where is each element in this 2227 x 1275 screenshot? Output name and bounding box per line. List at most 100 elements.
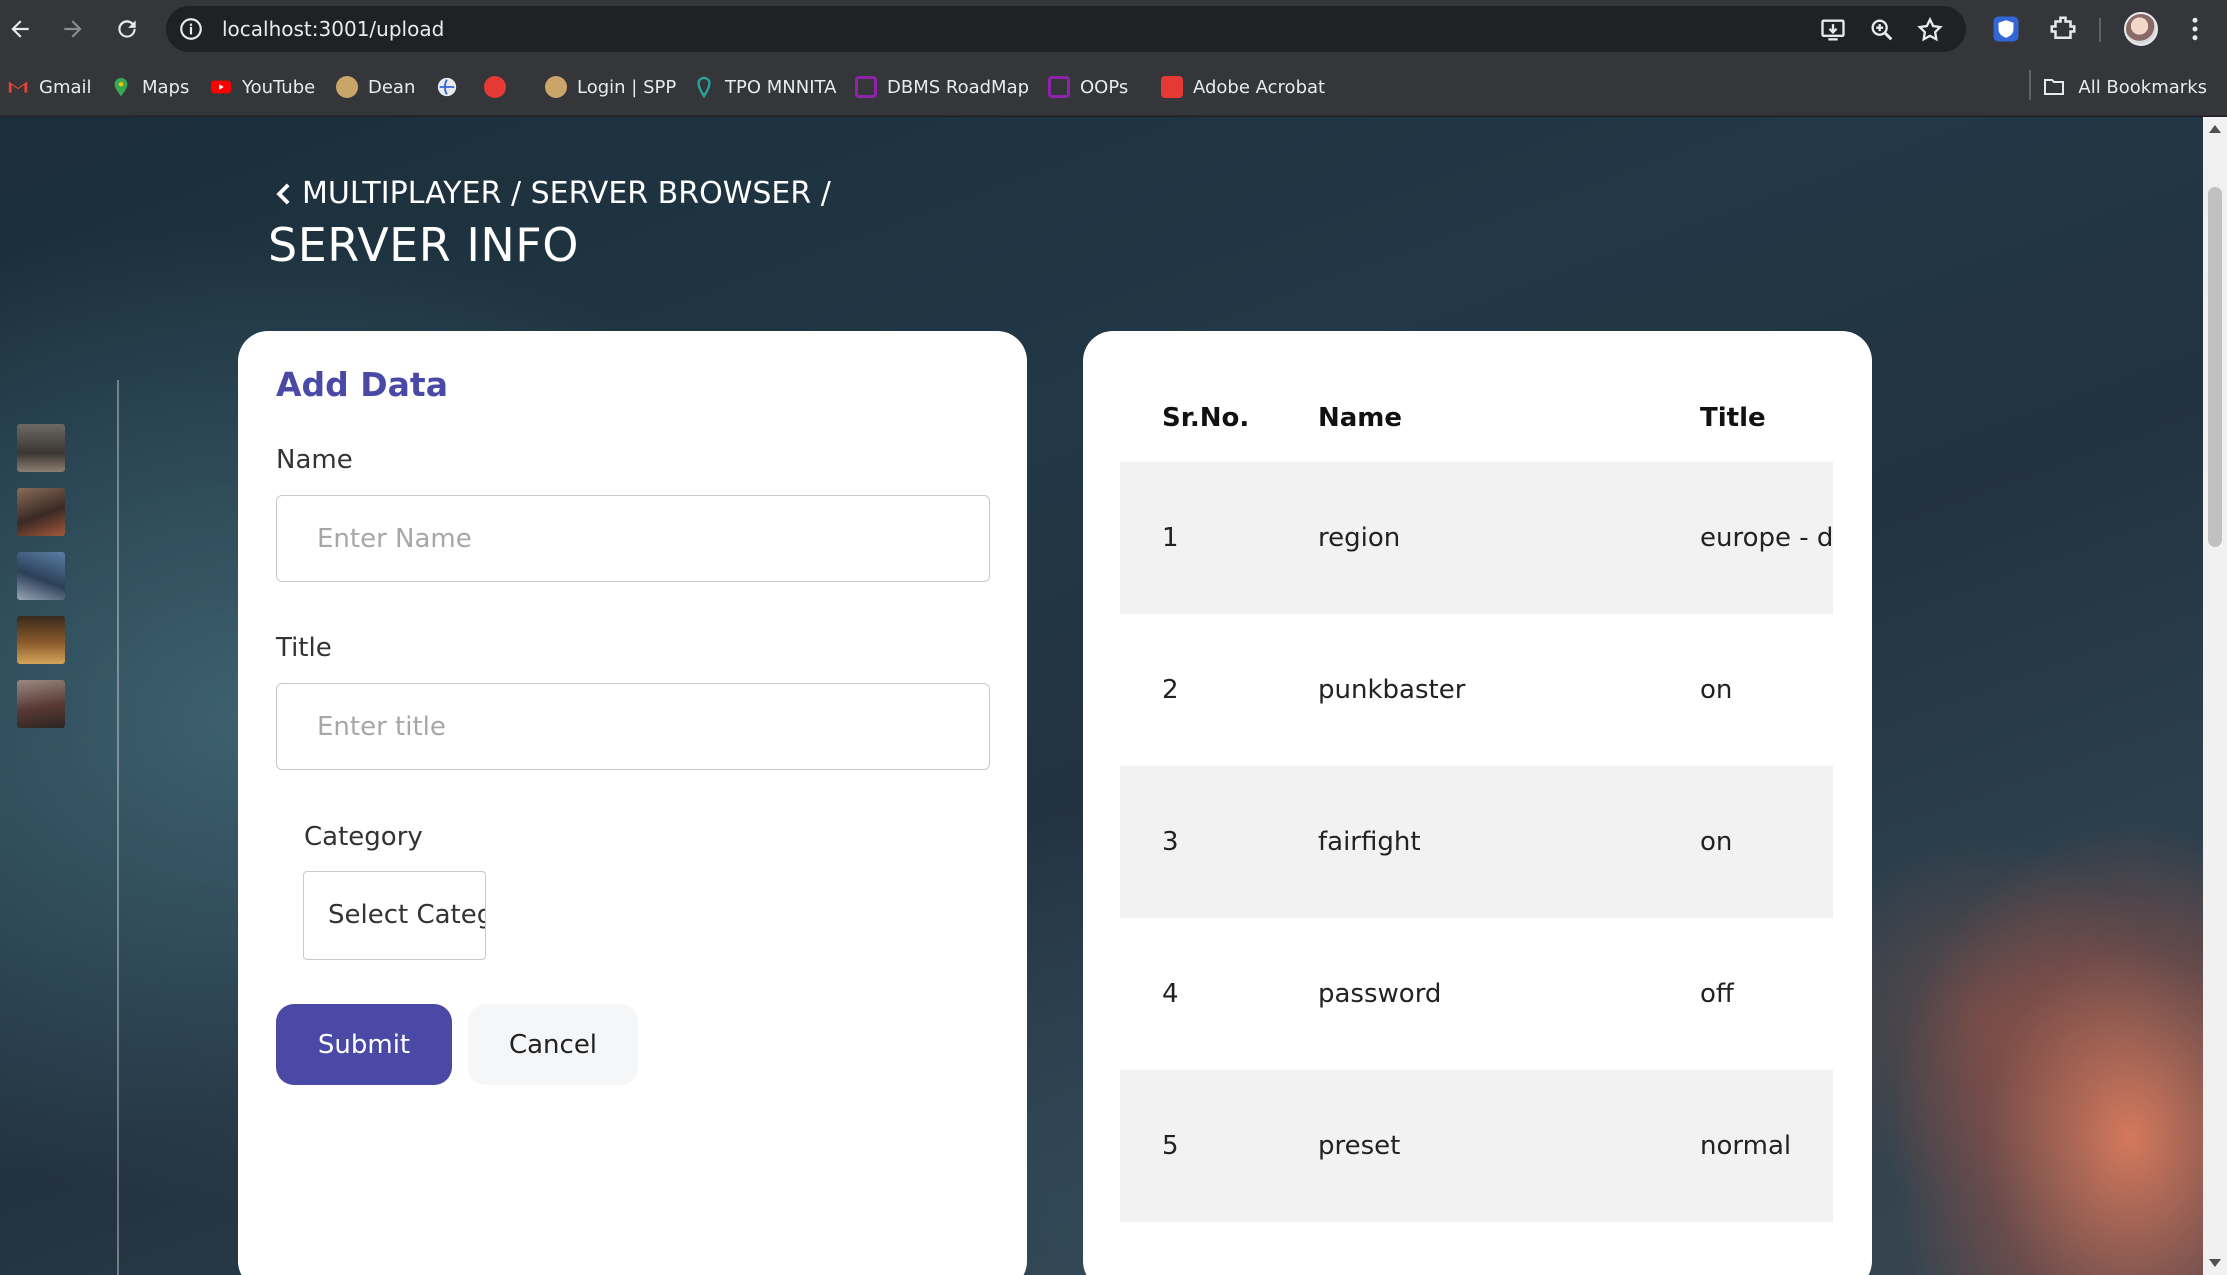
cell-srno: 2	[1162, 675, 1179, 705]
folder-icon	[2044, 79, 2065, 95]
column-header-name: Name	[1318, 403, 1403, 433]
cell-name: punkbaster	[1318, 675, 1466, 705]
zoom-icon[interactable]	[1868, 16, 1896, 44]
bookmark-label: YouTube	[242, 76, 316, 98]
all-bookmarks[interactable]: All Bookmarks	[2042, 70, 2207, 104]
chevron-left-icon[interactable]	[272, 181, 294, 207]
dean-icon	[336, 76, 358, 98]
cell-srno: 3	[1162, 827, 1179, 857]
table-row[interactable]: 2 punkbaster on	[1120, 614, 1833, 766]
title-input[interactable]	[276, 683, 990, 770]
table-row[interactable]: 1 region europe - de	[1120, 462, 1834, 614]
thumbnail-image[interactable]	[17, 424, 65, 472]
scroll-up-icon[interactable]	[2209, 125, 2221, 133]
acrobat-icon	[1161, 76, 1183, 98]
bookmark-label: TPO MNNITA	[725, 76, 837, 98]
kebab-menu-icon[interactable]	[2180, 14, 2210, 44]
bookmark-globe[interactable]	[436, 70, 458, 104]
back-arrow-icon[interactable]	[3, 12, 37, 46]
cell-name: region	[1318, 523, 1401, 553]
thumbnail-image[interactable]	[17, 616, 65, 664]
bookmark-label: OOPs	[1080, 76, 1129, 98]
url-text[interactable]: localhost:3001/upload	[222, 6, 444, 52]
bookmark-label: Adobe Acrobat	[1193, 76, 1326, 98]
cell-title: off	[1700, 979, 1734, 1009]
cell-srno: 4	[1162, 979, 1179, 1009]
reload-icon[interactable]	[110, 12, 144, 46]
cell-name: fairfight	[1318, 827, 1421, 857]
all-bookmarks-label: All Bookmarks	[2078, 76, 2207, 98]
column-header-title: Title	[1700, 403, 1766, 433]
thumbnail-image[interactable]	[17, 488, 65, 536]
roadmap-icon	[1048, 76, 1070, 98]
install-app-icon[interactable]	[1819, 16, 1847, 44]
bookmark-youtube[interactable]: YouTube	[210, 70, 315, 104]
page-scrollbar[interactable]	[2203, 117, 2227, 1275]
spp-icon	[545, 76, 567, 98]
tuf-icon	[484, 76, 506, 98]
cell-name: preset	[1318, 1131, 1401, 1161]
page-title: SERVER INFO	[268, 218, 579, 272]
maps-icon	[110, 76, 132, 98]
category-select[interactable]: Select Category	[303, 871, 486, 960]
toolbar-divider	[2099, 18, 2101, 42]
breadcrumb-text[interactable]: MULTIPLAYER / SERVER BROWSER /	[302, 176, 831, 211]
server-info-table-card: Sr.No. Name Title 1 region europe - de 2…	[1083, 331, 1872, 1275]
scrollbar-thumb[interactable]	[2208, 187, 2222, 547]
youtube-icon	[210, 76, 232, 98]
bookmark-label: Dean	[368, 76, 416, 98]
bookmark-star-icon[interactable]	[1916, 16, 1944, 44]
title-label: Title	[276, 633, 332, 663]
column-header-srno: Sr.No.	[1162, 403, 1250, 433]
table-row[interactable]: 4 password off	[1120, 918, 1833, 1070]
cell-title: europe - de	[1700, 523, 1834, 553]
cell-name: password	[1318, 979, 1442, 1009]
category-select-value: Select Category	[328, 900, 485, 930]
bookmark-label: DBMS RoadMap	[887, 76, 1030, 98]
bookmark-label: Gmail	[39, 76, 92, 98]
bookmark-tuf[interactable]	[484, 70, 506, 104]
extension-shield-icon[interactable]	[1991, 14, 2021, 44]
thumbnail-image[interactable]	[17, 680, 65, 728]
address-bar[interactable]: localhost:3001/upload	[166, 6, 1966, 52]
bookmark-login-spp[interactable]: Login | SPP	[545, 70, 676, 104]
form-heading: Add Data	[276, 365, 448, 404]
bookmark-dbms-roadmap[interactable]: DBMS RoadMap	[855, 70, 1029, 104]
profile-avatar[interactable]	[2124, 12, 2158, 46]
cell-title: on	[1700, 675, 1733, 705]
table-row[interactable]: 3 fairfight on	[1120, 766, 1833, 918]
bookmark-oops[interactable]: OOPs	[1048, 70, 1128, 104]
roadmap-icon	[855, 76, 877, 98]
bookmark-tpo-mnnita[interactable]: TPO MNNITA	[693, 70, 836, 104]
globe-icon	[436, 76, 458, 98]
cancel-button[interactable]: Cancel	[468, 1004, 638, 1085]
bookmarks-divider	[2029, 70, 2031, 100]
forward-arrow-icon[interactable]	[56, 12, 90, 46]
bookmark-gmail[interactable]: Gmail	[7, 70, 92, 104]
scroll-down-icon[interactable]	[2209, 1259, 2221, 1267]
tpo-icon	[693, 76, 715, 99]
category-label: Category	[304, 822, 423, 852]
cell-srno: 5	[1162, 1131, 1179, 1161]
name-input[interactable]	[276, 495, 990, 582]
add-data-card: Add Data Name Title Category Select Cate…	[238, 331, 1027, 1275]
breadcrumb[interactable]: MULTIPLAYER / SERVER BROWSER /	[272, 176, 831, 211]
bookmark-maps[interactable]: Maps	[110, 70, 189, 104]
bookmarks-bar: Gmail Maps YouTube Dean Login | SPP TPO …	[0, 58, 2227, 116]
bookmark-label: Login | SPP	[577, 76, 677, 98]
bookmark-label: Maps	[142, 76, 190, 98]
bookmark-adobe-acrobat[interactable]: Adobe Acrobat	[1161, 70, 1325, 104]
site-info-icon[interactable]	[178, 16, 204, 42]
cell-title: normal	[1700, 1131, 1792, 1161]
cell-title: on	[1700, 827, 1733, 857]
table-row[interactable]: 5 preset normal	[1120, 1070, 1833, 1222]
gmail-icon	[7, 76, 29, 98]
name-label: Name	[276, 445, 353, 475]
extensions-puzzle-icon[interactable]	[2048, 14, 2078, 44]
browser-toolbar: localhost:3001/upload	[0, 0, 2227, 58]
submit-button[interactable]: Submit	[276, 1004, 452, 1085]
thumbnail-image[interactable]	[17, 552, 65, 600]
cell-srno: 1	[1162, 523, 1179, 553]
sidebar-divider	[117, 380, 119, 1275]
bookmark-dean[interactable]: Dean	[336, 70, 415, 104]
